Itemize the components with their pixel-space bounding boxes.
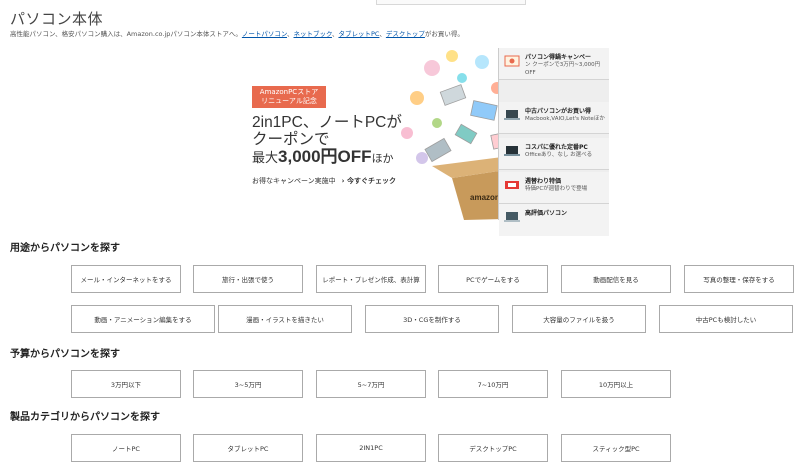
link-desktop[interactable]: デスクトップ bbox=[386, 30, 425, 38]
link-notebook[interactable]: ノートパソコン bbox=[242, 30, 287, 38]
top-search-bar-edge bbox=[376, 0, 526, 5]
usage-3dcg-button[interactable]: 3D・CGを制作する bbox=[365, 305, 499, 333]
intro-lead: 高性能パソコン、格安パソコン購入は、Amazon.co.jpパソコン本体ストアへ… bbox=[10, 30, 242, 38]
budget-heading: 予算からパソコンを探す bbox=[10, 349, 120, 360]
intro-text: 高性能パソコン、格安パソコン購入は、Amazon.co.jpパソコン本体ストアへ… bbox=[10, 30, 464, 38]
budget-50-70k-button[interactable]: 5~7万円 bbox=[316, 370, 426, 398]
link-tablet[interactable]: タブレットPC bbox=[338, 30, 379, 38]
usage-used-pc-button[interactable]: 中古PCも検討したい bbox=[659, 305, 793, 333]
usage-report-button[interactable]: レポート・プレゼン作成、表計算 bbox=[316, 265, 426, 293]
coupon-icon bbox=[504, 55, 520, 67]
side-item-value-pc[interactable]: コスパに優れた定番PC Officeあり、なし お選べる bbox=[499, 138, 609, 170]
page-title: パソコン本体 bbox=[10, 10, 104, 28]
usage-gaming-button[interactable]: PCでゲームをする bbox=[438, 265, 548, 293]
laptop-icon bbox=[504, 110, 520, 120]
budget-over-100k-button[interactable]: 10万円以上 bbox=[561, 370, 671, 398]
category-2in1-button[interactable]: 2IN1PC bbox=[316, 434, 426, 462]
budget-30-50k-button[interactable]: 3~5万円 bbox=[193, 370, 303, 398]
promo-side-panel: パソコン得鍋キャンペー ン クーポンで3万円~3,000円OFF 中古パソコンが… bbox=[498, 48, 609, 236]
usage-animation-button[interactable]: 動画・アニメーション編集をする bbox=[71, 305, 215, 333]
sale-tag-icon bbox=[505, 181, 519, 189]
usage-video-button[interactable]: 動画配信を見る bbox=[561, 265, 671, 293]
link-netbook[interactable]: ネットブック bbox=[294, 30, 332, 38]
promo-tag: AmazonPCストア リニューアル記念 bbox=[252, 86, 326, 108]
check-now-link[interactable]: 今すぐチェック bbox=[342, 177, 396, 185]
side-item-coupon[interactable]: パソコン得鍋キャンペー ン クーポンで3万円~3,000円OFF bbox=[499, 48, 609, 80]
budget-70-100k-button[interactable]: 7~10万円 bbox=[438, 370, 548, 398]
side-item-used-pc[interactable]: 中古パソコンがお買い得 Macbook,VAIO,Let's Noteほか bbox=[499, 102, 609, 134]
category-desktop-button[interactable]: デスクトップPC bbox=[438, 434, 548, 462]
category-notebook-button[interactable]: ノートPC bbox=[71, 434, 181, 462]
usage-heading: 用途からパソコンを探す bbox=[10, 243, 120, 254]
laptop-icon bbox=[504, 212, 520, 222]
usage-illustration-button[interactable]: 漫画・イラストを描きたい bbox=[218, 305, 352, 333]
side-item-top-rated[interactable]: 高評価パソコン bbox=[499, 204, 609, 236]
usage-large-files-button[interactable]: 大容量のファイルを扱う bbox=[512, 305, 646, 333]
usage-travel-button[interactable]: 旅行・出張で使う bbox=[193, 265, 303, 293]
promo-headline: 2in1PC、ノートPCが クーポンで 最大3,000円OFFほか bbox=[252, 114, 402, 166]
laptop-icon bbox=[504, 146, 520, 156]
category-heading: 製品カテゴリからパソコンを探す bbox=[10, 412, 160, 423]
budget-under-30k-button[interactable]: 3万円以下 bbox=[71, 370, 181, 398]
promo-cta: お得なキャンペーン実施中今すぐチェック bbox=[252, 176, 396, 186]
usage-mail-internet-button[interactable]: メール・インターネットをする bbox=[71, 265, 181, 293]
category-stick-button[interactable]: スティック型PC bbox=[561, 434, 671, 462]
category-tablet-button[interactable]: タブレットPC bbox=[193, 434, 303, 462]
usage-photo-button[interactable]: 写真の整理・保存をする bbox=[684, 265, 794, 293]
side-item-weekly-deal[interactable]: 週替わり特価 特価PCが週替わりで登場 bbox=[499, 172, 609, 204]
